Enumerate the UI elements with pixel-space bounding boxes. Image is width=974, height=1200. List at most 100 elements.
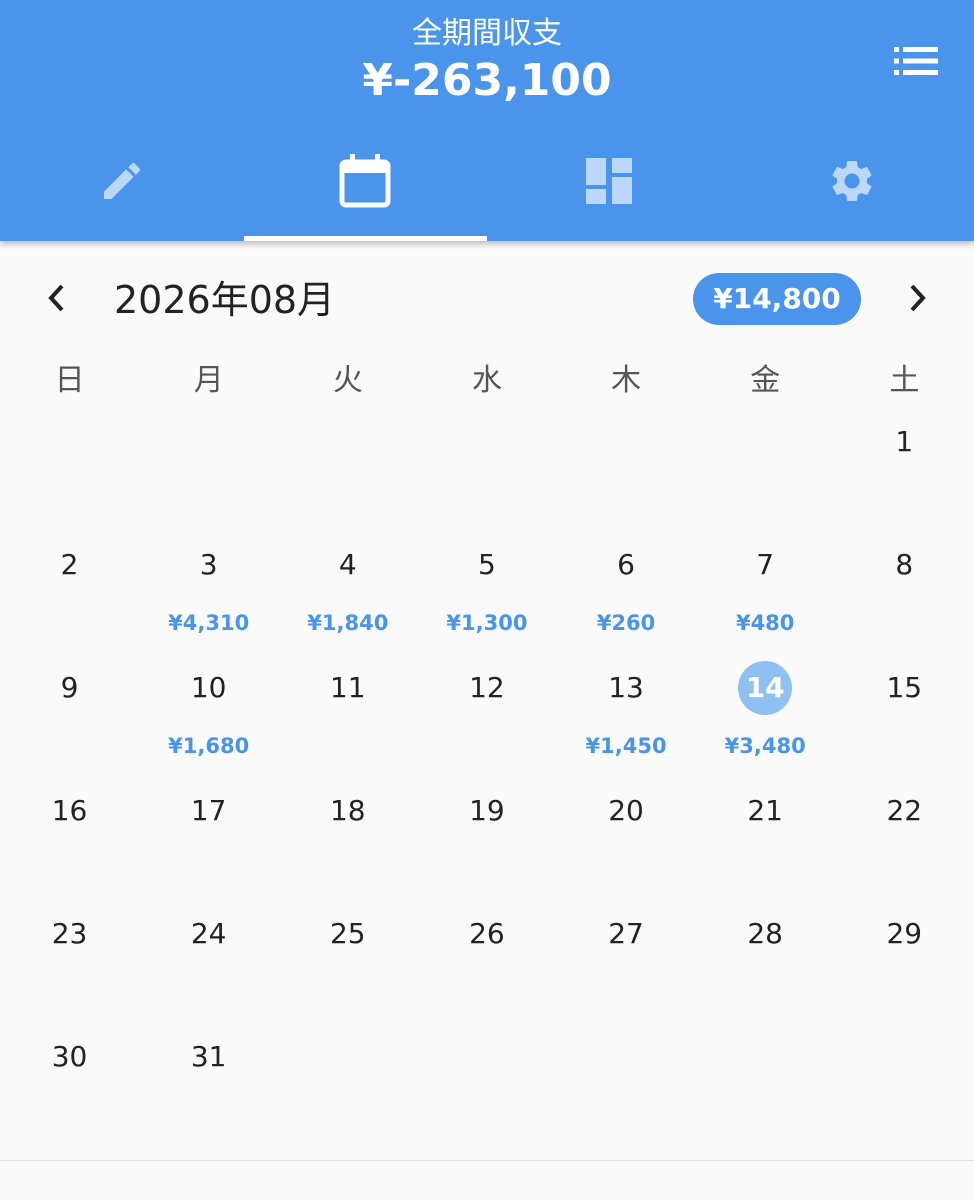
prev-month-button[interactable] [30, 276, 82, 324]
list-button[interactable] [886, 40, 948, 86]
calendar-grid: 1 2 3 ¥4,310 4 ¥1,840 5 ¥1,300 6 ¥260 7 ¥480 8 9 10 ¥1,… [0, 408, 974, 1146]
calendar-day[interactable]: 22 [835, 777, 974, 900]
day-number: 23 [0, 914, 139, 954]
day-number: 8 [835, 545, 974, 585]
calendar-day[interactable]: 10 ¥1,680 [139, 654, 278, 777]
calendar-day[interactable]: 21 [696, 777, 835, 900]
calendar-day[interactable]: 19 [417, 777, 556, 900]
calendar-day[interactable]: 16 [0, 777, 139, 900]
calendar-day [696, 1023, 835, 1146]
day-number-text: 27 [608, 917, 644, 950]
calendar-day[interactable]: 14 ¥3,480 [696, 654, 835, 777]
header-total-amount: ¥-263,100 [362, 55, 612, 106]
day-expense-amount: ¥1,840 [307, 611, 389, 635]
day-number-text: 3 [199, 548, 218, 581]
calendar-day[interactable]: 4 ¥1,840 [278, 531, 417, 654]
app-root: 全期間収支 ¥-263,100 2026年08月 ¥14,800 日 月 火 水… [0, 0, 974, 1200]
day-number-text: 6 [617, 548, 635, 581]
day-number-text: 24 [190, 917, 227, 950]
tab-input[interactable] [0, 124, 244, 241]
weekday-sun: 日 [54, 363, 85, 398]
day-number-text: 16 [51, 794, 88, 827]
day-number-text: 10 [190, 671, 227, 704]
day-number-text: 18 [329, 794, 366, 827]
weekday-thu: 木 [611, 363, 642, 398]
day-number: 25 [278, 914, 417, 954]
calendar-day [557, 1023, 696, 1146]
calendar-day[interactable]: 11 [278, 654, 417, 777]
tab-bar [0, 124, 974, 241]
day-number-text: 15 [886, 671, 923, 704]
day-number: 9 [0, 668, 139, 708]
month-label: 2026年08月 [114, 278, 336, 322]
day-number-text: 22 [886, 794, 923, 827]
day-number: 11 [278, 668, 417, 708]
calendar-day[interactable]: 9 [0, 654, 139, 777]
calendar-day [278, 1023, 417, 1146]
calendar-day[interactable]: 20 [557, 777, 696, 900]
calendar-day[interactable]: 13 ¥1,450 [557, 654, 696, 777]
calendar-day[interactable]: 24 [139, 900, 278, 1023]
calendar-day[interactable]: 8 [835, 531, 974, 654]
calendar-day[interactable]: 26 [417, 900, 556, 1023]
day-expense-amount: ¥260 [596, 611, 656, 635]
calendar-day[interactable]: 3 ¥4,310 [139, 531, 278, 654]
day-number: 17 [139, 791, 278, 831]
calendar-day[interactable]: 1 [835, 408, 974, 531]
day-number: 1 [835, 422, 974, 462]
calendar-day[interactable]: 7 ¥480 [696, 531, 835, 654]
day-number: 19 [417, 791, 556, 831]
calendar-day[interactable]: 27 [557, 900, 696, 1023]
day-number: 6 [557, 545, 696, 585]
day-number-text: 25 [329, 917, 366, 950]
calendar-icon [339, 153, 391, 208]
calendar-day [139, 408, 278, 531]
calendar-day[interactable]: 18 [278, 777, 417, 900]
calendar-day [557, 408, 696, 531]
calendar-week: 1 [0, 408, 974, 531]
calendar-day[interactable]: 5 ¥1,300 [417, 531, 556, 654]
calendar-day[interactable]: 17 [139, 777, 278, 900]
active-tab-indicator [243, 236, 487, 241]
tab-calendar[interactable] [243, 124, 487, 241]
day-number: 31 [139, 1037, 278, 1077]
day-number-text: 1 [895, 425, 914, 458]
day-number: 12 [417, 668, 556, 708]
day-number: 10 [139, 668, 278, 708]
calendar-week: 23 24 25 26 27 28 29 [0, 900, 974, 1023]
day-number: 29 [835, 914, 974, 954]
day-number-text: 23 [51, 917, 88, 950]
calendar-day[interactable]: 6 ¥260 [557, 531, 696, 654]
tab-report[interactable] [487, 124, 731, 241]
day-number: 26 [417, 914, 556, 954]
pencil-icon [98, 157, 146, 205]
calendar-week: 16 17 18 19 20 21 22 [0, 777, 974, 900]
calendar-day[interactable]: 29 [835, 900, 974, 1023]
calendar-day[interactable]: 2 [0, 531, 139, 654]
weekday-header: 日 月 火 水 木 金 土 [0, 356, 974, 406]
day-number-text: 5 [478, 548, 496, 581]
calendar-day[interactable]: 23 [0, 900, 139, 1023]
app-header: 全期間収支 ¥-263,100 [0, 0, 974, 241]
calendar-day[interactable]: 30 [0, 1023, 139, 1146]
calendar-day [417, 1023, 556, 1146]
calendar-day[interactable]: 15 [835, 654, 974, 777]
day-number: 3 [139, 545, 278, 585]
day-number-text: 8 [895, 548, 914, 581]
list-icon [894, 46, 940, 80]
calendar-day[interactable]: 12 [417, 654, 556, 777]
day-number-text: 20 [608, 794, 644, 827]
weekday-tue: 火 [332, 363, 363, 398]
next-month-button[interactable] [892, 276, 944, 324]
chevron-right-icon [907, 283, 929, 317]
day-number: 7 [696, 545, 835, 585]
calendar-day[interactable]: 25 [278, 900, 417, 1023]
calendar-day [0, 408, 139, 531]
month-total-badge: ¥14,800 [693, 273, 861, 325]
day-number: 18 [278, 791, 417, 831]
day-number: 15 [835, 668, 974, 708]
weekday-sat: 土 [889, 363, 920, 398]
calendar-day[interactable]: 31 [139, 1023, 278, 1146]
tab-settings[interactable] [731, 124, 974, 241]
calendar-day[interactable]: 28 [696, 900, 835, 1023]
